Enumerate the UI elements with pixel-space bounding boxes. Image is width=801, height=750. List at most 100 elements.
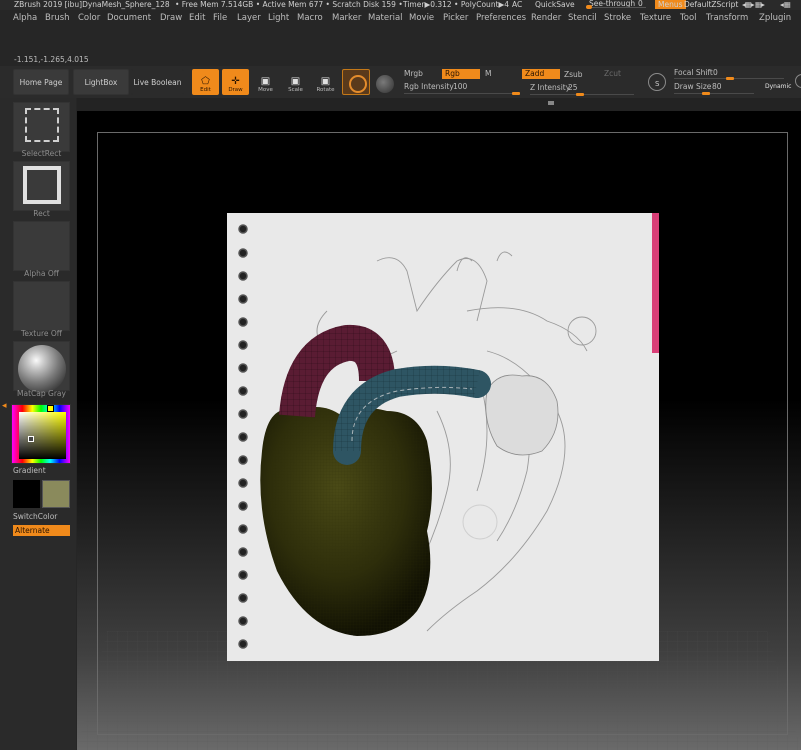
quicksave-button[interactable]: QuickSave xyxy=(535,0,575,9)
live-boolean-button[interactable]: Live Boolean xyxy=(131,69,184,95)
menu-movie[interactable]: Movie xyxy=(409,13,434,24)
menu-bar: Alpha Brush Color Document Draw Edit Fil… xyxy=(0,11,801,25)
scale-button[interactable]: ▣ Scale xyxy=(282,69,309,95)
menu-transform[interactable]: Transform xyxy=(706,13,748,24)
rect-label: Rect xyxy=(33,209,50,218)
menu-render[interactable]: Render xyxy=(531,13,561,24)
material-button[interactable] xyxy=(13,341,70,393)
edit-label: Edit xyxy=(200,87,211,93)
menus-button[interactable]: Menus xyxy=(655,0,686,9)
home-page-button[interactable]: Home Page xyxy=(13,69,69,95)
lazy-mouse-icon[interactable] xyxy=(795,74,801,88)
alpha-off-label: Alpha Off xyxy=(24,269,59,278)
see-through-knob[interactable] xyxy=(586,5,592,9)
alternate-button[interactable]: Alternate xyxy=(13,525,70,536)
zscript-button[interactable]: DefaultZScript xyxy=(684,0,738,9)
alpha-button[interactable] xyxy=(13,221,70,271)
draw-size-knob[interactable] xyxy=(702,92,710,95)
menu-stencil[interactable]: Stencil xyxy=(568,13,597,24)
menu-texture[interactable]: Texture xyxy=(640,13,671,24)
menu-color[interactable]: Color xyxy=(78,13,100,24)
color-square[interactable] xyxy=(19,412,66,459)
title-bar: ZBrush 2019 [ibu]DynaMesh_Sphere_128 • F… xyxy=(0,0,801,10)
z-intensity-label: Z Intensity xyxy=(530,83,571,92)
select-rect-label: SelectRect xyxy=(21,149,62,158)
menu-stroke[interactable]: Stroke xyxy=(604,13,631,24)
ac-label: AC xyxy=(512,0,523,9)
menu-layer[interactable]: Layer xyxy=(237,13,261,24)
secondary-color-swatch[interactable] xyxy=(42,480,70,508)
draw-button[interactable]: ✛ Draw xyxy=(222,69,249,95)
layout-toggle-icon[interactable]: ◂▦ xyxy=(780,0,791,9)
focal-shift-label: Focal Shift xyxy=(674,68,713,77)
matcap-gray-label: MatCap Gray xyxy=(17,389,66,398)
select-rect-icon xyxy=(25,108,59,142)
menu-material[interactable]: Material xyxy=(368,13,403,24)
z-intensity-value: 25 xyxy=(568,83,578,92)
menu-marker[interactable]: Marker xyxy=(332,13,361,24)
edit-icon: ⬠ xyxy=(201,76,210,87)
main-color-swatch[interactable] xyxy=(13,480,40,508)
scale-label: Scale xyxy=(288,87,303,93)
lightbox-button[interactable]: LightBox xyxy=(73,69,129,95)
zsub-button[interactable]: Zsub xyxy=(564,70,583,80)
hue-marker[interactable] xyxy=(47,405,54,412)
gradient-label[interactable]: Gradient xyxy=(13,466,46,475)
zcut-button[interactable]: Zcut xyxy=(604,69,621,79)
canvas-frame xyxy=(97,132,788,735)
menu-file[interactable]: File xyxy=(213,13,227,24)
cursor-coordinates: -1.151,-1.265,4.015 xyxy=(14,55,89,64)
menu-preferences[interactable]: Preferences xyxy=(476,13,526,24)
focal-shift-knob[interactable] xyxy=(726,77,734,80)
rgb-intensity-label: Rgb Intensity xyxy=(404,82,454,91)
rotate-button[interactable]: ▣ Rotate xyxy=(312,69,339,95)
focal-shift-value: 0 xyxy=(713,68,718,77)
menu-zplugin[interactable]: Zplugin xyxy=(759,13,791,24)
menu-brush[interactable]: Brush xyxy=(45,13,70,24)
z-intensity-knob[interactable] xyxy=(576,93,584,96)
rotate-icon: ▣ xyxy=(320,76,331,87)
rgb-intensity-knob[interactable] xyxy=(512,92,520,95)
rgb-intensity-track[interactable] xyxy=(404,93,520,94)
color-picker[interactable] xyxy=(11,404,71,464)
panel-collapse-icon[interactable]: ◂ xyxy=(2,401,7,411)
draw-label: Draw xyxy=(228,87,243,93)
see-through-track xyxy=(586,7,646,8)
texture-off-label: Texture Off xyxy=(21,329,62,338)
texture-button[interactable] xyxy=(13,281,70,331)
rect-button[interactable] xyxy=(13,161,70,211)
menu-alpha[interactable]: Alpha xyxy=(13,13,37,24)
rgb-button[interactable]: Rgb xyxy=(442,69,480,79)
move-icon: ▣ xyxy=(260,76,271,87)
mrgb-button[interactable]: Mrgb xyxy=(404,69,423,79)
zadd-button[interactable]: Zadd xyxy=(522,69,560,79)
scale-icon: ▣ xyxy=(290,76,301,87)
draw-size-track[interactable] xyxy=(674,93,754,94)
layout-arrows-icon[interactable]: ◂▦▸ ▦▸ xyxy=(742,0,765,9)
app-title: ZBrush 2019 [ibu]DynaMesh_Sphere_128 xyxy=(14,0,170,9)
alpha-sphere-icon[interactable] xyxy=(376,75,394,93)
dynamic-button[interactable]: Dynamic xyxy=(765,82,791,92)
edit-button[interactable]: ⬠ Edit xyxy=(192,69,219,95)
menu-document[interactable]: Document xyxy=(107,13,151,24)
memory-info: • Free Mem 7.514GB • Active Mem 677 • Sc… xyxy=(175,0,403,9)
m-button[interactable]: M xyxy=(485,69,491,79)
see-through-slider[interactable]: See-through 0 xyxy=(586,0,646,9)
rotate-label: Rotate xyxy=(316,87,335,93)
menu-edit[interactable]: Edit xyxy=(189,13,205,24)
timer-info: Timer▶0.312 • PolyCount▶4 xyxy=(403,0,510,9)
menu-macro[interactable]: Macro xyxy=(297,13,323,24)
menu-tool[interactable]: Tool xyxy=(680,13,697,24)
draw-size-label: Draw Size xyxy=(674,82,712,91)
menu-light[interactable]: Light xyxy=(268,13,289,24)
menu-picker[interactable]: Picker xyxy=(443,13,468,24)
canvas-handle-icon[interactable] xyxy=(548,101,554,105)
switch-color-button[interactable]: SwitchColor xyxy=(13,512,57,521)
material-icon[interactable] xyxy=(342,69,370,95)
select-rect-button[interactable] xyxy=(13,102,70,152)
menu-draw[interactable]: Draw xyxy=(160,13,182,24)
move-button[interactable]: ▣ Move xyxy=(252,69,279,95)
matcap-sphere-icon xyxy=(18,345,66,393)
s-label: S xyxy=(655,80,660,88)
shade-marker[interactable] xyxy=(28,436,34,442)
